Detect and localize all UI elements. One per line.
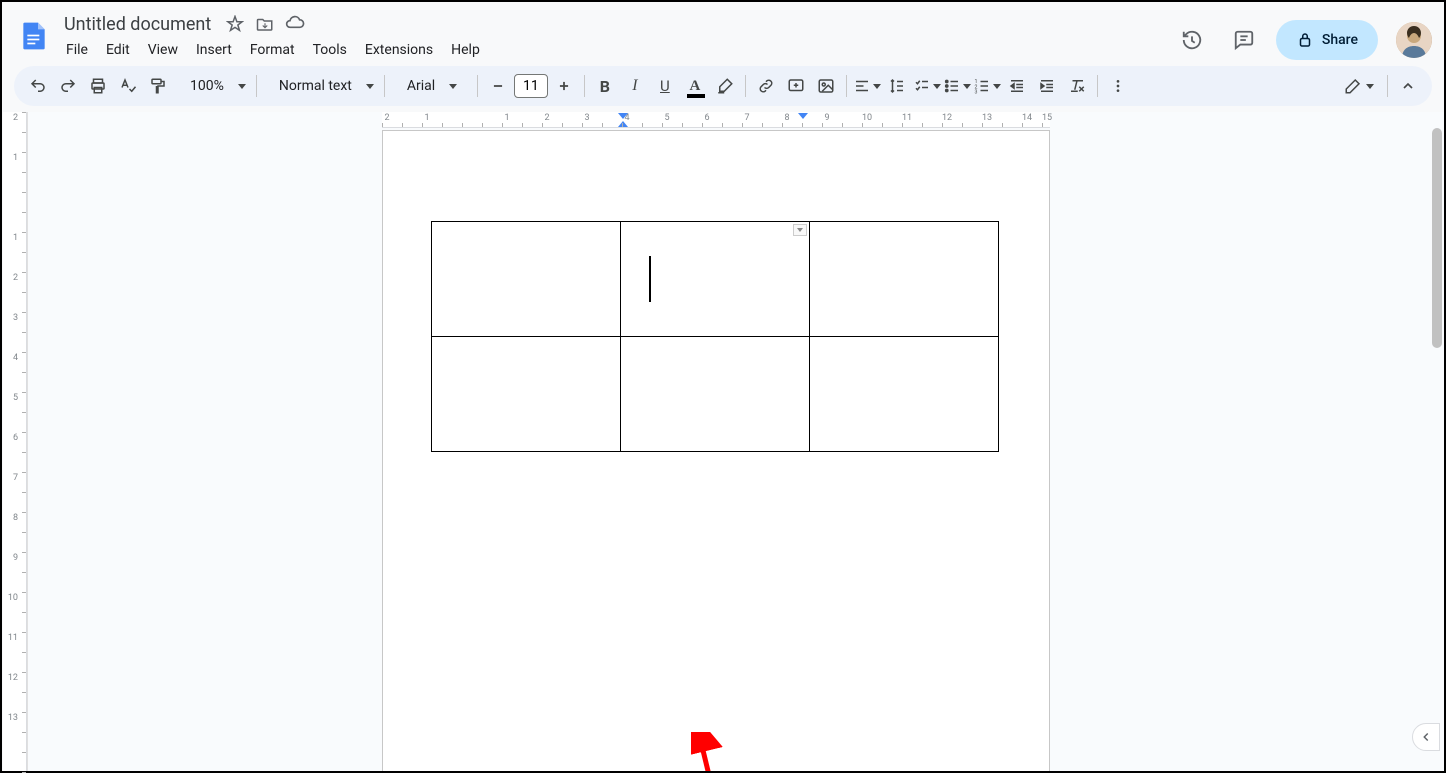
insert-image-button[interactable] xyxy=(812,72,840,100)
clear-format-button[interactable] xyxy=(1063,72,1091,100)
docs-logo[interactable] xyxy=(14,16,54,56)
style-select[interactable]: Normal text xyxy=(263,72,378,100)
menu-bar: File Edit View Insert Format Tools Exten… xyxy=(58,38,1172,66)
menu-edit[interactable]: Edit xyxy=(98,38,138,66)
chevron-down-icon xyxy=(238,84,246,89)
document-title[interactable]: Untitled document xyxy=(58,12,217,37)
table-row xyxy=(432,337,999,452)
increase-font-button[interactable] xyxy=(550,72,578,100)
document-table[interactable] xyxy=(431,221,999,452)
menu-help[interactable]: Help xyxy=(443,38,488,66)
cloud-status-icon[interactable] xyxy=(283,12,307,36)
zoom-select[interactable]: 100% xyxy=(174,72,250,100)
menu-extensions[interactable]: Extensions xyxy=(357,38,441,66)
chevron-down-icon xyxy=(993,84,1001,89)
menu-format[interactable]: Format xyxy=(242,38,303,66)
bold-button[interactable]: B xyxy=(591,72,619,100)
move-icon[interactable] xyxy=(253,12,277,36)
increase-indent-button[interactable] xyxy=(1033,72,1061,100)
document-canvas[interactable]: Place the cursor inside the cell you wan… xyxy=(28,128,1444,771)
share-label: Share xyxy=(1322,32,1358,48)
table-cell[interactable] xyxy=(432,337,621,452)
annotation-arrow xyxy=(691,732,791,771)
horizontal-ruler[interactable]: 21123456789101112131415 xyxy=(382,112,1050,128)
chevron-down-icon xyxy=(366,84,374,89)
editing-mode-button[interactable] xyxy=(1337,72,1381,100)
italic-button[interactable]: I xyxy=(621,72,649,100)
table-cell-handle[interactable] xyxy=(793,224,807,236)
bulleted-list-button[interactable] xyxy=(943,72,971,100)
chevron-down-icon xyxy=(873,84,881,89)
header-bar: Untitled document File Edit View Insert … xyxy=(2,2,1444,66)
paint-format-button[interactable] xyxy=(144,72,172,100)
menu-view[interactable]: View xyxy=(140,38,186,66)
scroll-thumb[interactable] xyxy=(1432,128,1442,348)
table-row xyxy=(432,222,999,337)
align-button[interactable] xyxy=(853,72,881,100)
spellcheck-button[interactable] xyxy=(114,72,142,100)
chevron-down-icon xyxy=(933,84,941,89)
comments-icon[interactable] xyxy=(1224,20,1264,60)
chevron-down-icon xyxy=(963,84,971,89)
collapse-toolbar-button[interactable] xyxy=(1394,72,1422,100)
table-cell[interactable] xyxy=(621,337,810,452)
account-avatar[interactable] xyxy=(1396,22,1432,58)
table-cell[interactable] xyxy=(810,337,999,452)
highlight-button[interactable] xyxy=(711,72,739,100)
toolbar: 100% Normal text Arial 11 B I U A 123 xyxy=(14,66,1432,106)
right-indent-marker[interactable] xyxy=(798,113,808,119)
font-size-input[interactable]: 11 xyxy=(514,74,548,98)
numbered-list-button[interactable]: 123 xyxy=(973,72,1001,100)
redo-button[interactable] xyxy=(54,72,82,100)
table-cell[interactable] xyxy=(810,222,999,337)
svg-text:3: 3 xyxy=(974,90,977,96)
text-color-button[interactable]: A xyxy=(681,72,709,100)
vertical-scrollbar[interactable] xyxy=(1432,128,1442,767)
menu-insert[interactable]: Insert xyxy=(188,38,240,66)
insert-comment-button[interactable] xyxy=(782,72,810,100)
star-icon[interactable] xyxy=(223,12,247,36)
underline-button[interactable]: U xyxy=(651,72,679,100)
menu-tools[interactable]: Tools xyxy=(305,38,355,66)
decrease-font-button[interactable] xyxy=(484,72,512,100)
decrease-indent-button[interactable] xyxy=(1003,72,1031,100)
undo-button[interactable] xyxy=(24,72,52,100)
table-cell-active[interactable] xyxy=(621,222,810,337)
font-select[interactable]: Arial xyxy=(391,72,471,100)
table-cell[interactable] xyxy=(432,222,621,337)
page[interactable]: Place the cursor inside the cell you wan… xyxy=(382,130,1050,771)
checklist-button[interactable] xyxy=(913,72,941,100)
more-button[interactable] xyxy=(1104,72,1132,100)
history-icon[interactable] xyxy=(1172,20,1212,60)
text-cursor xyxy=(649,256,651,302)
vertical-ruler[interactable]: 2112345678910111213 xyxy=(2,112,28,771)
chevron-down-icon xyxy=(1366,84,1374,89)
menu-file[interactable]: File xyxy=(58,38,96,66)
line-spacing-button[interactable] xyxy=(883,72,911,100)
insert-link-button[interactable] xyxy=(752,72,780,100)
print-button[interactable] xyxy=(84,72,112,100)
chevron-down-icon xyxy=(449,84,457,89)
share-button[interactable]: Share xyxy=(1276,20,1378,60)
